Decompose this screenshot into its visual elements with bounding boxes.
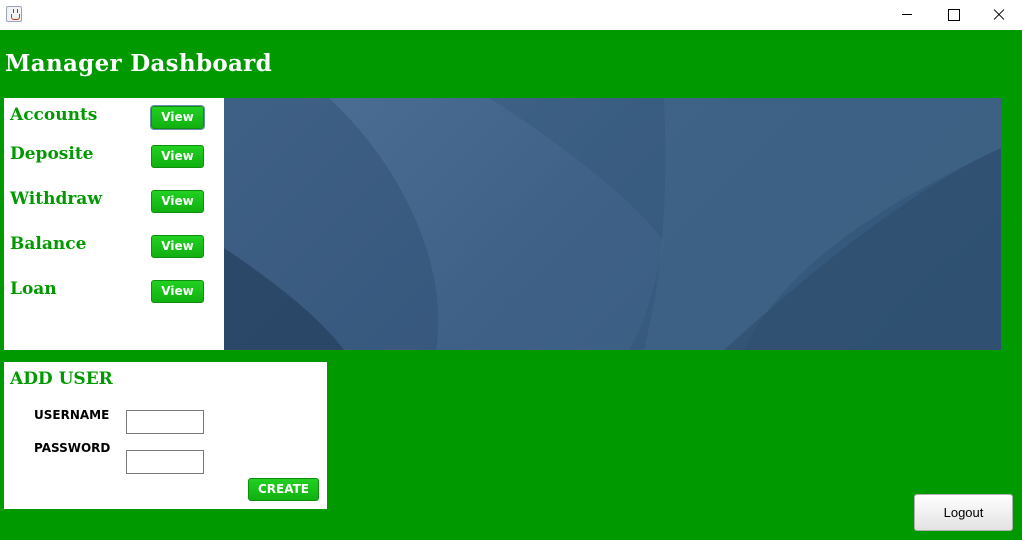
menu-label-balance: Balance (10, 234, 87, 254)
create-button[interactable]: CREATE (248, 478, 319, 501)
dashboard-background-image (224, 98, 1001, 350)
view-deposite-button[interactable]: View (151, 145, 204, 168)
menu-label-deposite: Deposite (10, 144, 94, 164)
username-label: USERNAME (34, 408, 110, 422)
close-icon[interactable] (976, 0, 1022, 30)
password-label: PASSWORD (34, 441, 111, 455)
password-input[interactable] (126, 450, 204, 474)
menu-panel: Accounts View Deposite View Withdraw Vie… (4, 98, 224, 350)
view-accounts-button[interactable]: View (151, 106, 204, 129)
abstract-background-graphic (224, 98, 1001, 350)
logout-button[interactable]: Logout (914, 494, 1013, 531)
username-input[interactable] (126, 410, 204, 434)
view-withdraw-button[interactable]: View (151, 190, 204, 213)
add-user-panel: ADD USER USERNAME PASSWORD CREATE (4, 362, 327, 509)
window-title-bar (0, 0, 1022, 30)
add-user-title: ADD USER (10, 369, 113, 389)
menu-label-loan: Loan (10, 279, 57, 299)
menu-label-withdraw: Withdraw (10, 189, 102, 209)
maximize-icon[interactable] (930, 0, 976, 30)
page-title: Manager Dashboard (5, 50, 272, 77)
minimize-icon[interactable] (884, 0, 930, 30)
view-loan-button[interactable]: View (151, 280, 204, 303)
java-cup-icon (6, 6, 22, 22)
view-balance-button[interactable]: View (151, 235, 204, 258)
menu-label-accounts: Accounts (10, 105, 98, 125)
